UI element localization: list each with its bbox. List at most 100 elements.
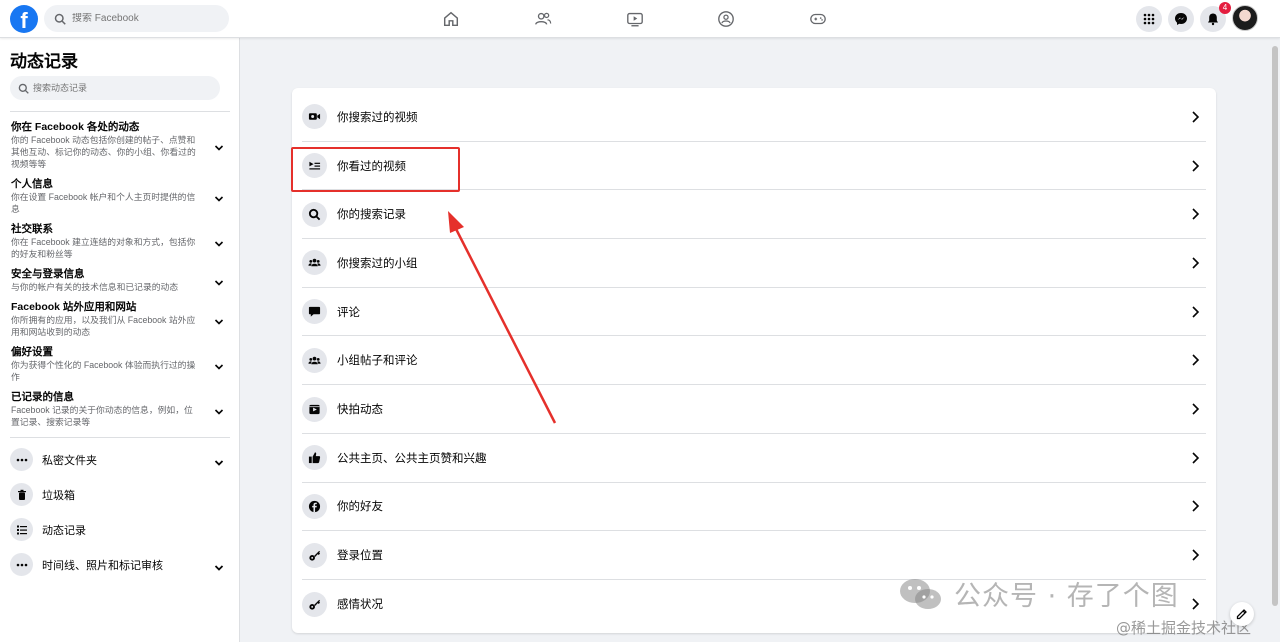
search-icon	[54, 13, 66, 25]
notifications-button[interactable]: 4	[1200, 2, 1231, 32]
annotation-arrow-icon	[448, 211, 557, 424]
highlight-box	[291, 147, 460, 192]
list-item-label: 你搜索过的小组	[337, 257, 418, 270]
sidebar-item-label: 私密文件夹	[42, 454, 97, 467]
facebook-logo[interactable]: f	[10, 5, 38, 33]
page-scrollbar[interactable]	[1270, 38, 1280, 642]
facebook-search-input[interactable]	[72, 13, 212, 24]
group-icon	[302, 250, 327, 276]
watermark: 公众号 · 存了个图	[898, 574, 1179, 613]
grid-icon	[1143, 13, 1155, 25]
list-icon	[10, 518, 33, 541]
home-icon[interactable]	[441, 9, 461, 29]
sidebar-item-trash[interactable]: 垃圾箱	[10, 477, 230, 512]
sidebar-section-personal-info[interactable]: 个人信息 你在设置 Facebook 帐户和个人主页时提供的信息	[10, 173, 230, 218]
sidebar-title: 动态记录	[10, 52, 78, 71]
list-item-friends[interactable]: 你的好友	[302, 483, 1206, 532]
sidebar-item-private-folder[interactable]: 私密文件夹	[10, 442, 230, 477]
groups-icon[interactable]	[716, 9, 736, 29]
key-icon	[302, 542, 327, 568]
chevron-right-icon	[1190, 451, 1200, 465]
list-item-searched-groups[interactable]: 你搜索过的小组	[302, 239, 1206, 288]
messenger-button[interactable]	[1168, 6, 1194, 32]
list-item-login-locations[interactable]: 登录位置	[302, 531, 1206, 580]
sidebar-section-off-facebook[interactable]: Facebook 站外应用和网站 你所拥有的应用，以及我们从 Facebook …	[10, 296, 230, 341]
edit-icon	[1236, 609, 1247, 620]
stories-icon	[302, 396, 327, 422]
chevron-down-icon	[214, 275, 224, 286]
activity-search-box[interactable]	[10, 76, 220, 100]
list-item-label: 你的搜索记录	[337, 209, 406, 222]
chevron-down-icon	[214, 236, 224, 247]
scrollbar-thumb[interactable]	[1272, 46, 1278, 606]
section-description: 你在设置 Facebook 帐户和个人主页时提供的信息	[11, 192, 196, 214]
search-icon	[18, 83, 29, 94]
menu-grid-button[interactable]	[1136, 6, 1162, 32]
like-icon	[302, 445, 327, 471]
avatar[interactable]	[1232, 5, 1258, 31]
chevron-right-icon	[1190, 256, 1200, 270]
sidebar-item-timeline-review[interactable]: 时间线、照片和标记审核	[10, 547, 230, 582]
sidebar-section-logged-info[interactable]: 已记录的信息 Facebook 记录的关于你动态的信息，例如，位置记录、搜索记录…	[10, 386, 230, 431]
chevron-down-icon	[214, 314, 224, 325]
messenger-icon	[1175, 13, 1187, 25]
list-item-label: 快拍动态	[337, 404, 383, 417]
comment-icon	[302, 299, 327, 325]
chevron-right-icon	[1190, 207, 1200, 221]
search-icon	[302, 201, 327, 227]
list-item-label: 感情状况	[337, 599, 383, 612]
sidebar-section-activity[interactable]: 你在 Facebook 各处的动态 你的 Facebook 动态包括你创建的帖子…	[10, 116, 230, 173]
activity-log-sidebar: 动态记录 你在 Facebook 各处的动态 你的 Facebook 动态包括你…	[0, 38, 240, 642]
list-item-label: 公共主页、公共主页赞和兴趣	[337, 452, 487, 465]
section-description: 与你的帐户有关的技术信息和已记录的动态	[11, 282, 179, 292]
list-item-group-posts[interactable]: 小组帖子和评论	[302, 337, 1206, 386]
chevron-down-icon	[214, 140, 224, 151]
chevron-right-icon	[1190, 548, 1200, 562]
notification-badge: 4	[1219, 2, 1231, 14]
sidebar-item-label: 动态记录	[42, 524, 86, 537]
friends-icon[interactable]	[533, 9, 553, 29]
chevron-right-icon	[1190, 110, 1200, 124]
sidebar-section-connections[interactable]: 社交联系 你在 Facebook 建立连结的对象和方式，包括你的好友和粉丝等	[10, 218, 230, 263]
list-item-label: 你搜索过的视频	[337, 111, 418, 124]
list-item-comments[interactable]: 评论	[302, 288, 1206, 337]
list-item-pages-likes-interests[interactable]: 公共主页、公共主页赞和兴趣	[302, 434, 1206, 483]
section-description: 你为获得个性化的 Facebook 体验而执行过的操作	[11, 360, 196, 382]
video-search-icon	[302, 104, 327, 130]
sidebar-section-preferences[interactable]: 偏好设置 你为获得个性化的 Facebook 体验而执行过的操作	[10, 341, 230, 386]
group-icon	[302, 347, 327, 373]
sidebar-item-activity-log[interactable]: 动态记录	[10, 512, 230, 547]
top-navigation-bar: f 4	[0, 0, 1280, 38]
chevron-right-icon	[1190, 159, 1200, 173]
sidebar-divider	[10, 437, 230, 438]
facebook-search-box[interactable]	[44, 5, 229, 32]
list-item-stories[interactable]: 快拍动态	[302, 385, 1206, 434]
wechat-icon	[900, 578, 941, 609]
chevron-right-icon	[1190, 305, 1200, 319]
list-item-label: 小组帖子和评论	[337, 355, 418, 368]
chevron-right-icon	[1190, 353, 1200, 367]
section-title: 个人信息	[11, 178, 53, 190]
section-title: 已记录的信息	[11, 391, 74, 403]
chevron-down-icon	[214, 359, 224, 370]
list-item-search-history[interactable]: 你的搜索记录	[302, 190, 1206, 240]
sidebar-item-label: 垃圾箱	[42, 489, 75, 502]
chevron-right-icon	[1190, 402, 1200, 416]
trash-icon	[10, 483, 33, 506]
facebook-icon	[302, 493, 327, 519]
sidebar-section-security[interactable]: 安全与登录信息 与你的帐户有关的技术信息和已记录的动态	[10, 263, 230, 296]
section-title: 社交联系	[11, 223, 53, 235]
activity-search-input[interactable]	[33, 83, 203, 93]
sidebar-divider	[10, 111, 230, 112]
list-item-searched-videos[interactable]: 你搜索过的视频	[302, 93, 1206, 142]
new-message-button[interactable]	[1230, 602, 1254, 626]
section-title: 偏好设置	[11, 346, 53, 358]
video-icon[interactable]	[625, 9, 645, 29]
section-description: 你的 Facebook 动态包括你创建的帖子、点赞和其他互动、标记你的动态、你的…	[11, 135, 196, 169]
section-title: 安全与登录信息	[11, 268, 85, 280]
section-title: 你在 Facebook 各处的动态	[11, 121, 140, 133]
list-item-label: 你的好友	[337, 501, 383, 514]
gaming-icon[interactable]	[808, 9, 828, 29]
section-description: Facebook 记录的关于你动态的信息，例如，位置记录、搜索记录等	[11, 405, 193, 427]
sidebar-item-label: 时间线、照片和标记审核	[42, 559, 163, 572]
